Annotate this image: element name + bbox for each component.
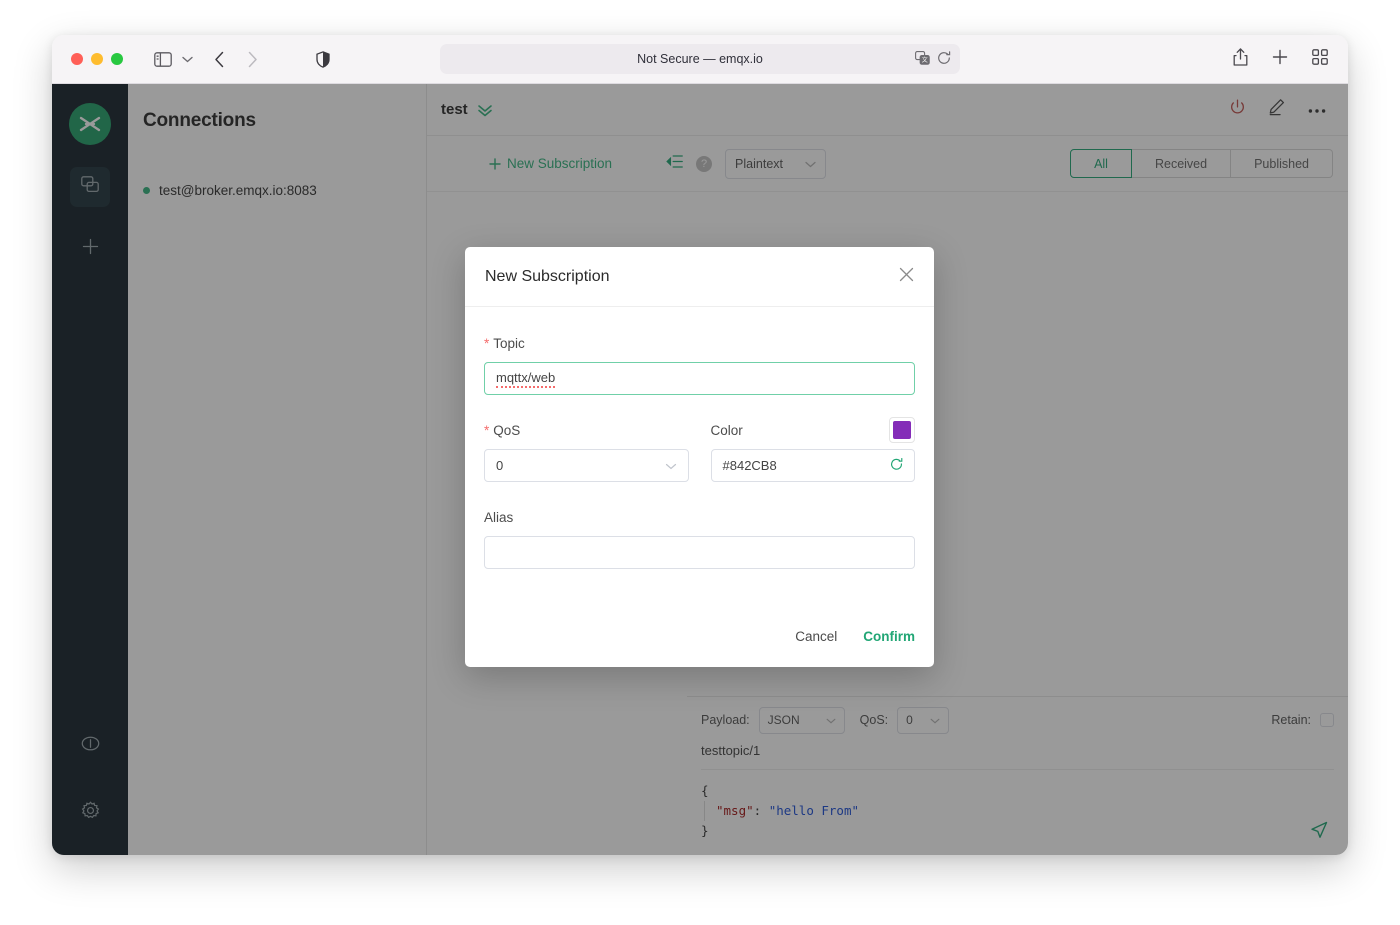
translate-icon[interactable]: 文 (915, 51, 930, 68)
color-field-label: Color (711, 423, 916, 438)
qos-label-text: QoS (493, 423, 520, 438)
color-input[interactable]: #842CB8 (711, 449, 916, 482)
required-asterisk: * (484, 336, 489, 351)
close-window-button[interactable] (71, 53, 83, 65)
alias-field: Alias (484, 510, 915, 569)
qos-field-label: * QoS (484, 423, 689, 438)
mqttx-app: Connections test@broker.emqx.io:8083 tes… (52, 84, 1348, 855)
plus-icon[interactable] (1272, 49, 1288, 70)
back-arrow-icon[interactable] (214, 51, 225, 68)
topic-input-value: mqttx/web (496, 370, 555, 388)
tab-overview-icon[interactable] (1312, 49, 1328, 70)
dialog-body: * Topic mqttx/web * QoS 0 (465, 307, 934, 569)
refresh-icon[interactable] (890, 458, 903, 474)
color-field: Color #842CB8 (711, 423, 916, 482)
address-bar[interactable]: Not Secure — emqx.io 文 (440, 44, 960, 74)
share-icon[interactable] (1233, 48, 1248, 71)
qos-field: * QoS 0 (484, 423, 689, 482)
reload-icon[interactable] (937, 51, 951, 68)
alias-field-label: Alias (484, 510, 915, 525)
address-bar-actions: 文 (915, 44, 951, 74)
sidebar-toggle-icon[interactable] (154, 52, 172, 67)
qos-select-value: 0 (496, 458, 503, 473)
minimize-window-button[interactable] (91, 53, 103, 65)
svg-text:文: 文 (922, 56, 928, 64)
chevron-down-icon (665, 458, 677, 473)
privacy-shield-icon[interactable] (316, 51, 330, 68)
address-bar-text: Not Secure — emqx.io (637, 52, 763, 66)
alias-input[interactable] (484, 536, 915, 569)
topic-input[interactable]: mqttx/web (484, 362, 915, 395)
forward-arrow-icon[interactable] (247, 51, 258, 68)
qos-select[interactable]: 0 (484, 449, 689, 482)
new-subscription-dialog: New Subscription * Topic mqttx/web (465, 247, 934, 667)
confirm-button[interactable]: Confirm (863, 629, 915, 644)
cancel-button[interactable]: Cancel (795, 629, 837, 644)
dialog-title: New Subscription (485, 268, 610, 286)
chevron-down-icon[interactable] (182, 56, 193, 63)
close-icon[interactable] (899, 267, 914, 287)
required-asterisk: * (484, 423, 489, 438)
topic-field-label: * Topic (484, 336, 915, 351)
window-traffic-lights (71, 53, 123, 65)
browser-window: Not Secure — emqx.io 文 (52, 35, 1348, 855)
browser-chrome: Not Secure — emqx.io 文 (52, 35, 1348, 84)
browser-toolbar-right (1233, 35, 1328, 84)
topic-label-text: Topic (493, 336, 525, 351)
qos-color-row: * QoS 0 Color (484, 423, 915, 482)
color-swatch-button[interactable] (889, 417, 915, 443)
color-input-value: #842CB8 (723, 458, 777, 473)
maximize-window-button[interactable] (111, 53, 123, 65)
dialog-header: New Subscription (465, 247, 934, 307)
dialog-footer: Cancel Confirm (465, 629, 934, 667)
color-swatch (893, 421, 911, 439)
